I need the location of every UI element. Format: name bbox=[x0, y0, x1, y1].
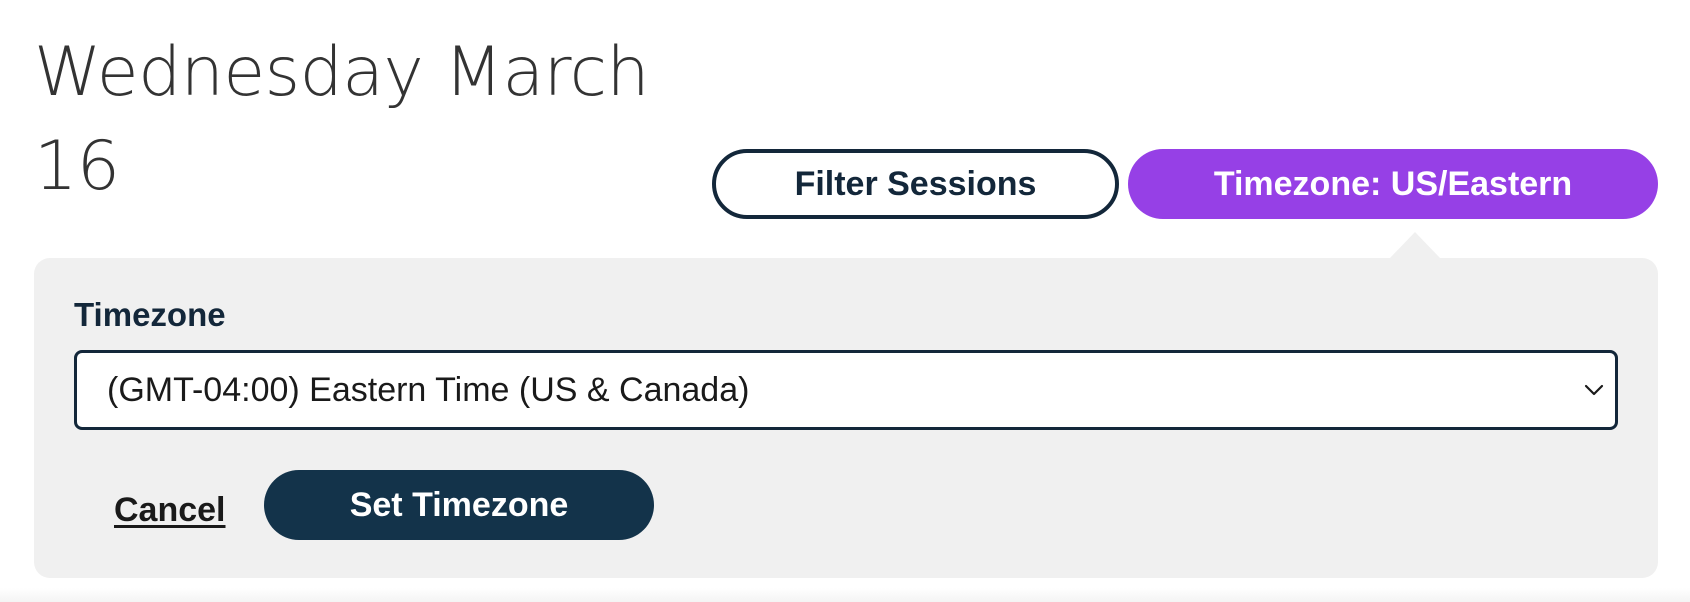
filter-sessions-button[interactable]: Filter Sessions bbox=[712, 149, 1119, 219]
set-timezone-label: Set Timezone bbox=[349, 485, 569, 524]
page-bottom-edge bbox=[0, 588, 1690, 602]
date-heading: Wednesday March 16 bbox=[34, 26, 654, 214]
timezone-button[interactable]: Timezone: US/Eastern bbox=[1128, 149, 1658, 219]
timezone-select-value: (GMT-04:00) Eastern Time (US & Canada) bbox=[107, 370, 750, 409]
timezone-select[interactable]: (GMT-04:00) Eastern Time (US & Canada) bbox=[74, 350, 1618, 430]
date-heading-line1: Wednesday March bbox=[34, 33, 650, 112]
chevron-down-icon bbox=[1583, 379, 1605, 401]
filter-sessions-label: Filter Sessions bbox=[794, 164, 1037, 203]
date-heading-line2: 16 bbox=[34, 127, 120, 206]
timezone-panel: Timezone (GMT-04:00) Eastern Time (US & … bbox=[34, 258, 1658, 578]
set-timezone-button[interactable]: Set Timezone bbox=[264, 470, 654, 540]
timezone-field-label: Timezone bbox=[74, 296, 226, 333]
panel-pointer-caret bbox=[1389, 232, 1441, 259]
timezone-button-label: Timezone: US/Eastern bbox=[1213, 164, 1573, 203]
cancel-link[interactable]: Cancel bbox=[114, 482, 226, 538]
